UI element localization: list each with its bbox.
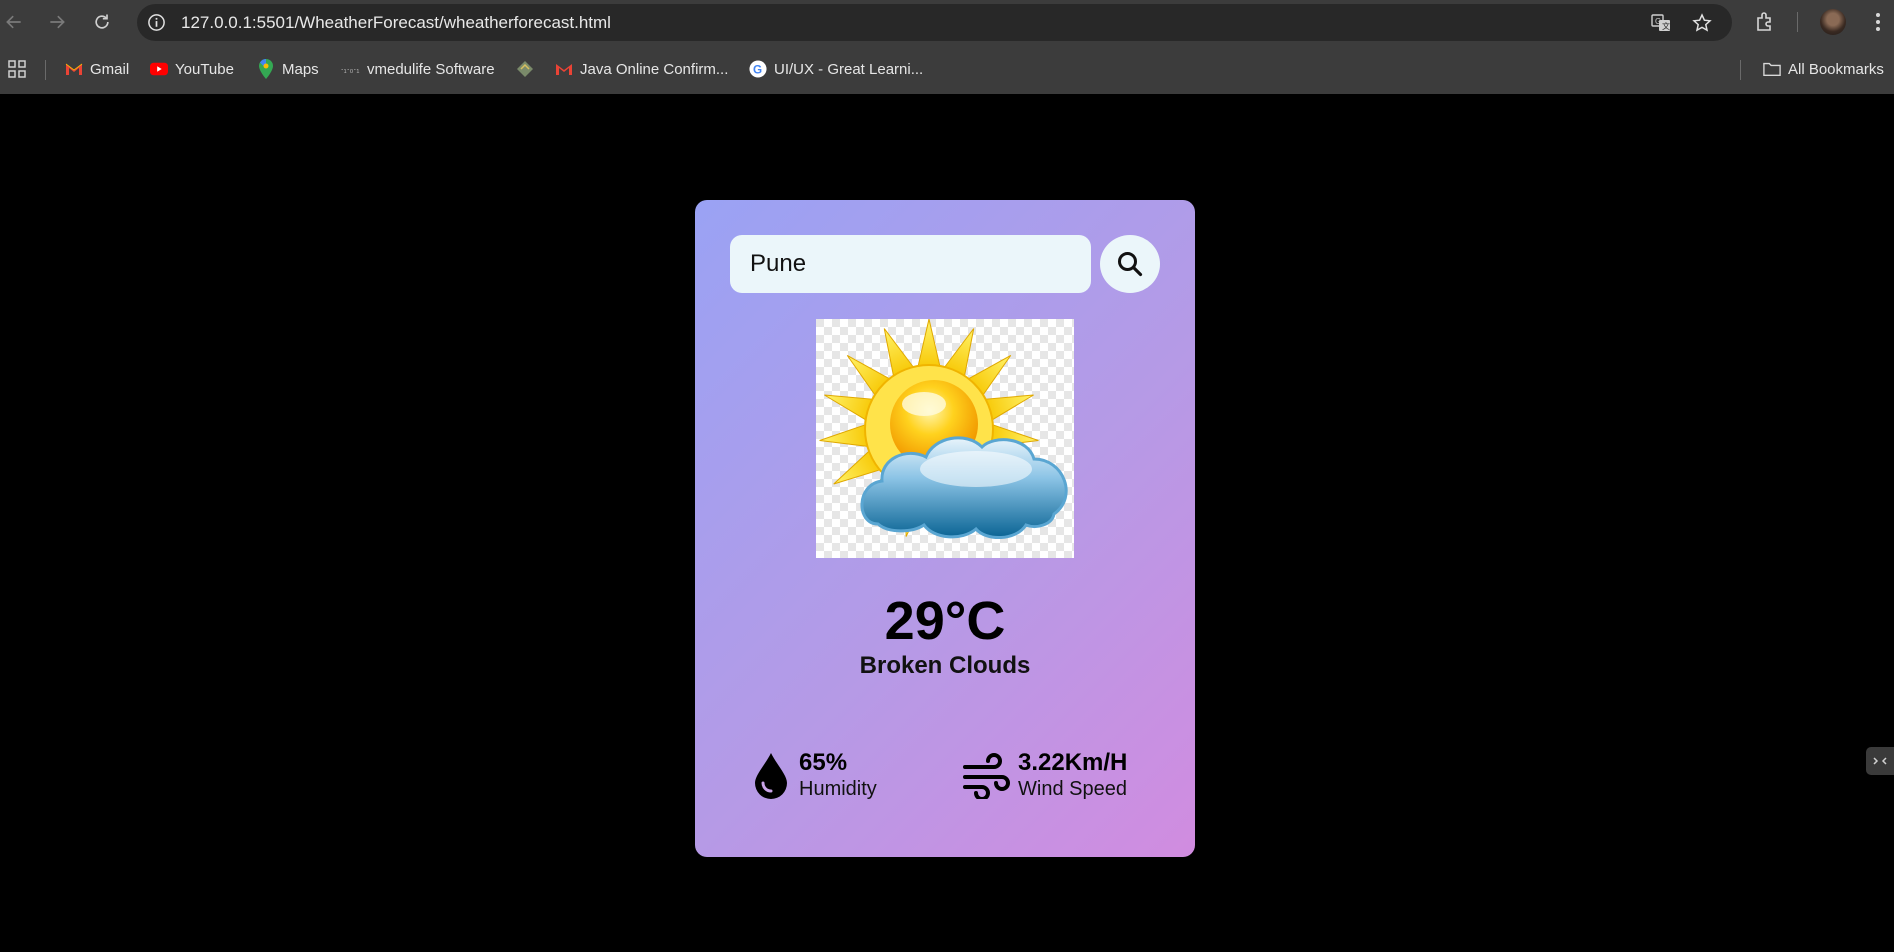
bookmark-youtube[interactable]: YouTube: [150, 59, 234, 79]
humidity-label: Humidity: [799, 778, 877, 800]
extensions-icon[interactable]: [1754, 11, 1776, 33]
humidity-detail: 65% Humidity: [753, 745, 877, 805]
translate-icon[interactable]: G 文: [1651, 13, 1671, 33]
wind-speed-label: Wind Speed: [1018, 778, 1127, 800]
site-info-icon[interactable]: [147, 13, 166, 32]
profile-avatar[interactable]: [1820, 9, 1846, 35]
bookmark-java-online[interactable]: Java Online Confirm...: [555, 59, 728, 79]
menu-kebab-icon[interactable]: [1867, 11, 1889, 33]
bookmark-uiux[interactable]: G UI/UX - Great Learni...: [749, 59, 923, 79]
weather-card: 29°C Broken Clouds 65% Humidity 3.22Km/H…: [695, 200, 1195, 857]
bookmark-label: Maps: [282, 60, 319, 78]
apps-grid-icon[interactable]: [8, 60, 26, 78]
search-button[interactable]: [1100, 235, 1160, 293]
weather-condition: Broken Clouds: [859, 652, 1031, 679]
bookmark-label: vmedulife Software: [367, 60, 495, 78]
bookmark-label: Java Online Confirm...: [580, 60, 729, 78]
city-search-input[interactable]: [730, 235, 1091, 293]
bookmarks-bar: Gmail YouTube Maps ·₁·₀·₁ vmedulife Soft…: [0, 50, 1894, 88]
url-text[interactable]: 127.0.0.1:5501/WheatherForecast/wheather…: [181, 13, 611, 33]
toolbar-divider: [1797, 12, 1798, 32]
browser-toolbar: 127.0.0.1:5501/WheatherForecast/wheather…: [0, 0, 1894, 44]
bookmarks-divider: [1740, 60, 1741, 80]
bookmark-label: Gmail: [90, 60, 130, 78]
wind-speed-value: 3.22Km/H: [1018, 749, 1128, 776]
svg-text:G: G: [753, 64, 762, 77]
humidity-drop-icon: [755, 753, 787, 799]
google-icon: G: [749, 60, 767, 78]
bookmark-app[interactable]: [516, 59, 534, 79]
maps-icon: [257, 59, 275, 79]
folder-icon: [1763, 60, 1781, 78]
bookmark-app-icon: [516, 60, 534, 78]
wind-text: 3.22Km/H Wind Speed: [1018, 749, 1127, 801]
vmedulife-icon: ·₁·₀·₁: [340, 64, 360, 74]
bookmark-label: YouTube: [175, 60, 234, 78]
temperature: 29°C: [884, 591, 1006, 651]
wind-detail: 3.22Km/H Wind Speed: [962, 745, 1127, 805]
bookmark-maps[interactable]: Maps: [257, 59, 319, 79]
weather-icon: [816, 319, 1074, 558]
humidity-value: 65%: [799, 749, 848, 776]
reload-icon[interactable]: [90, 10, 114, 34]
devtools-icon: [1873, 757, 1887, 765]
wind-icon: [963, 753, 1010, 799]
search-icon: [1118, 252, 1143, 277]
side-panel-tab[interactable]: [1866, 747, 1894, 775]
all-bookmarks[interactable]: All Bookmarks: [1763, 59, 1884, 79]
all-bookmarks-label: All Bookmarks: [1788, 60, 1884, 78]
star-icon[interactable]: [1692, 13, 1712, 33]
forward-icon[interactable]: [45, 10, 69, 34]
humidity-text: 65% Humidity: [799, 749, 877, 801]
bookmarks-divider: [45, 60, 46, 80]
back-icon[interactable]: [2, 10, 26, 34]
youtube-icon: [150, 60, 168, 78]
svg-text:文: 文: [1662, 21, 1670, 31]
browser-chrome: 127.0.0.1:5501/WheatherForecast/wheather…: [0, 0, 1894, 94]
bookmark-vmedulife[interactable]: ·₁·₀·₁ vmedulife Software: [340, 59, 495, 79]
address-bar[interactable]: 127.0.0.1:5501/WheatherForecast/wheather…: [137, 4, 1732, 41]
bookmark-label: UI/UX - Great Learni...: [774, 60, 924, 78]
gmail-icon: [555, 60, 573, 78]
svg-text:G: G: [1655, 17, 1661, 26]
bookmark-gmail[interactable]: Gmail: [65, 59, 129, 79]
gmail-icon: [65, 60, 83, 78]
